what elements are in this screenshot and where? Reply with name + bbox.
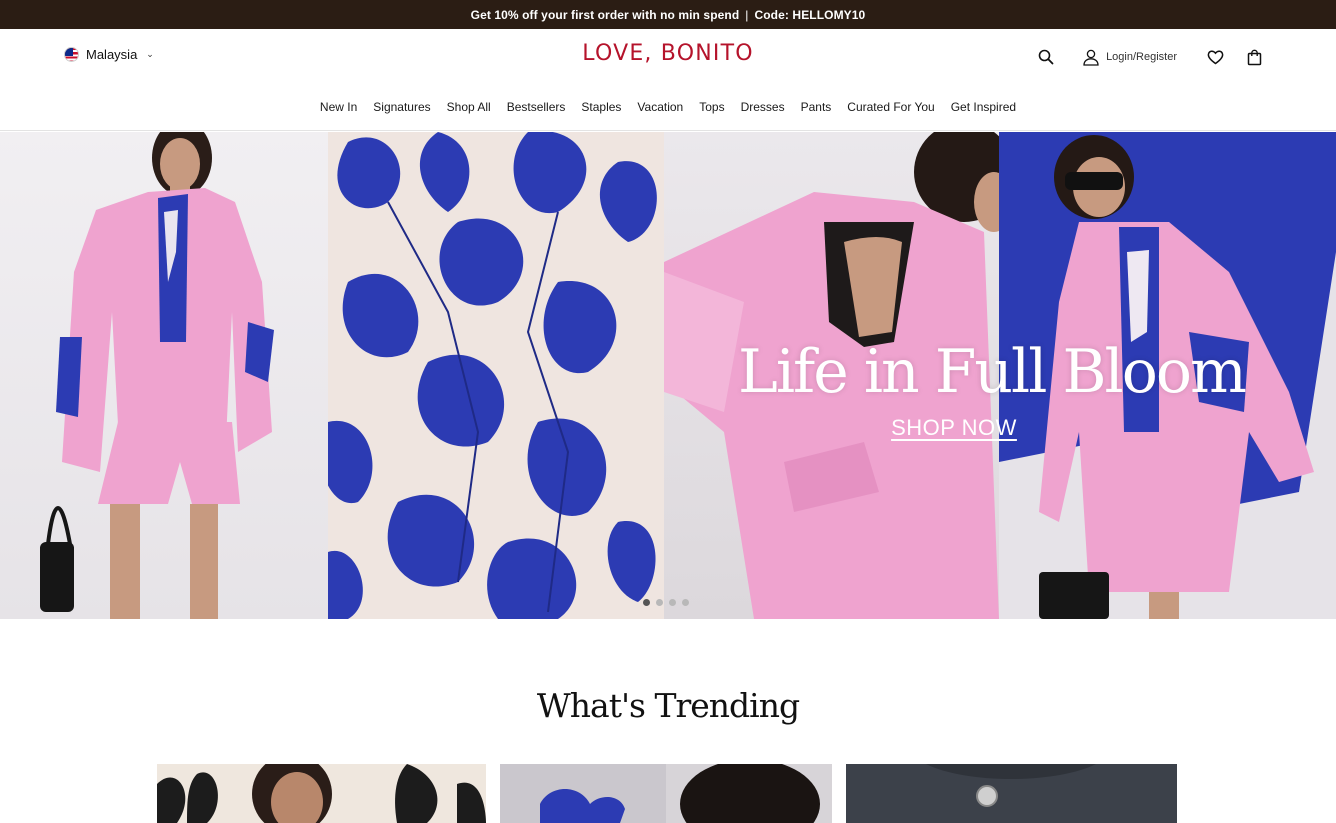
promo-code-label: Code: xyxy=(754,7,789,22)
promo-separator: | xyxy=(745,7,749,22)
login-register-link[interactable]: Login/Register xyxy=(1082,48,1177,66)
user-icon xyxy=(1083,49,1099,66)
promo-text: Get 10% off your first order with no min… xyxy=(470,7,740,22)
trending-card-image xyxy=(846,764,1177,823)
promo-bar: Get 10% off your first order with no min… xyxy=(0,0,1336,29)
carousel-dot[interactable] xyxy=(656,599,663,606)
nav-item-signatures[interactable]: Signatures xyxy=(373,100,430,114)
nav-item-dresses[interactable]: Dresses xyxy=(741,100,785,114)
nav-item-get-inspired[interactable]: Get Inspired xyxy=(951,100,1016,114)
site-header: Malaysia ⌄ LOVE, BONITO Login/Register N… xyxy=(0,29,1336,131)
promo-code: HELLOMY10 xyxy=(792,7,866,22)
trending-card[interactable] xyxy=(157,764,486,823)
nav-item-new-in[interactable]: New In xyxy=(320,100,357,114)
hero-image-model-front xyxy=(0,132,328,619)
carousel-dot[interactable] xyxy=(669,599,676,606)
header-actions: Login/Register xyxy=(1034,45,1266,69)
nav-item-pants[interactable]: Pants xyxy=(801,100,832,114)
carousel-dots xyxy=(643,599,689,606)
hero-image-floral-print xyxy=(328,132,664,619)
nav-item-tops[interactable]: Tops xyxy=(699,100,724,114)
carousel-dot[interactable] xyxy=(682,599,689,606)
nav-item-bestsellers[interactable]: Bestsellers xyxy=(507,100,566,114)
nav-item-vacation[interactable]: Vacation xyxy=(637,100,683,114)
trending-card-image xyxy=(500,764,832,823)
carousel-dot[interactable] xyxy=(643,599,650,606)
search-icon[interactable] xyxy=(1034,45,1058,69)
hero-banner[interactable]: Life in Full Bloom SHOP NOW xyxy=(0,132,1336,619)
nav-item-shop-all[interactable]: Shop All xyxy=(447,100,491,114)
bag-icon[interactable] xyxy=(1242,45,1266,69)
main-nav: New In Signatures Shop All Bestsellers S… xyxy=(0,100,1336,114)
trending-card[interactable] xyxy=(846,764,1177,823)
shop-now-link[interactable]: SHOP NOW xyxy=(891,415,1017,441)
trending-heading: What's Trending xyxy=(536,686,800,725)
trending-card[interactable] xyxy=(500,764,832,823)
nav-item-staples[interactable]: Staples xyxy=(581,100,621,114)
trending-card-image xyxy=(157,764,486,823)
login-label: Login/Register xyxy=(1106,51,1177,63)
nav-item-curated-for-you[interactable]: Curated For You xyxy=(847,100,934,114)
hero-title: Life in Full Bloom xyxy=(738,337,1247,407)
heart-icon[interactable] xyxy=(1203,45,1227,69)
hero-text-block: Life in Full Bloom SHOP NOW xyxy=(738,337,1247,441)
